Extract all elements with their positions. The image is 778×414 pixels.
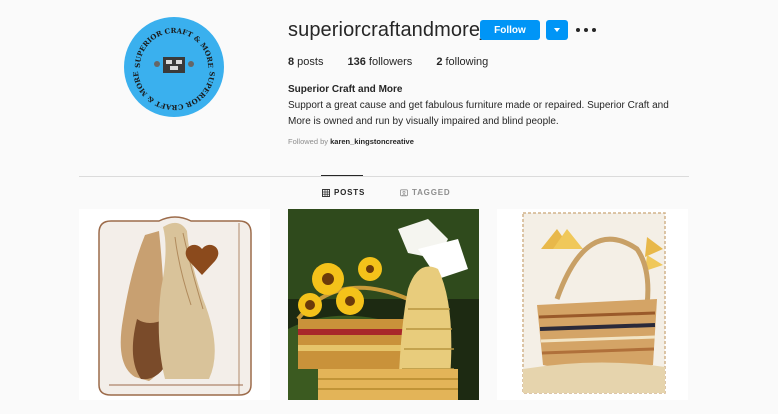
tag-icon — [400, 188, 408, 196]
post-image-striped-basket — [497, 209, 688, 400]
post-image-sunflower-baskets — [288, 209, 479, 400]
more-options-icon[interactable] — [576, 23, 596, 37]
followed-by[interactable]: Followed by karen_kingstoncreative — [288, 137, 414, 146]
svg-text:SUPERIOR CRAFT & MORE: SUPERIOR CRAFT & MORE — [131, 71, 217, 112]
following-link[interactable]: 2 following — [436, 56, 488, 68]
grid-icon — [322, 188, 330, 197]
tab-tagged[interactable]: TAGGED — [400, 188, 450, 197]
suggested-accounts-dropdown-button[interactable] — [546, 20, 568, 40]
tab-posts-label: POSTS — [334, 188, 366, 197]
post-image-wicker-vases — [79, 209, 270, 400]
profile-avatar[interactable]: SUPERIOR CRAFT & MORE SUPERIOR CRAFT & M… — [118, 15, 230, 119]
profile-full-name: Superior Craft and More — [288, 84, 403, 95]
tab-tagged-label: TAGGED — [412, 188, 451, 197]
profile-username: superiorcraftandmoreja — [288, 19, 496, 41]
post-thumbnail[interactable] — [497, 209, 688, 400]
followers-link[interactable]: 136 followers — [347, 56, 412, 68]
follow-button[interactable]: Follow — [480, 20, 540, 40]
post-thumbnail[interactable] — [288, 209, 479, 400]
chevron-down-icon — [554, 28, 560, 32]
active-tab-indicator — [321, 175, 363, 176]
avatar-logo: SUPERIOR CRAFT & MORE SUPERIOR CRAFT & M… — [124, 17, 224, 117]
tabs-divider — [79, 176, 689, 177]
posts-count: 8 posts — [288, 56, 324, 68]
tab-posts[interactable]: POSTS — [322, 188, 365, 197]
profile-stats: 8 posts 136 followers 2 following — [288, 56, 512, 68]
profile-bio: Support a great cause and get fabulous f… — [288, 100, 669, 127]
post-thumbnail[interactable] — [79, 209, 270, 400]
